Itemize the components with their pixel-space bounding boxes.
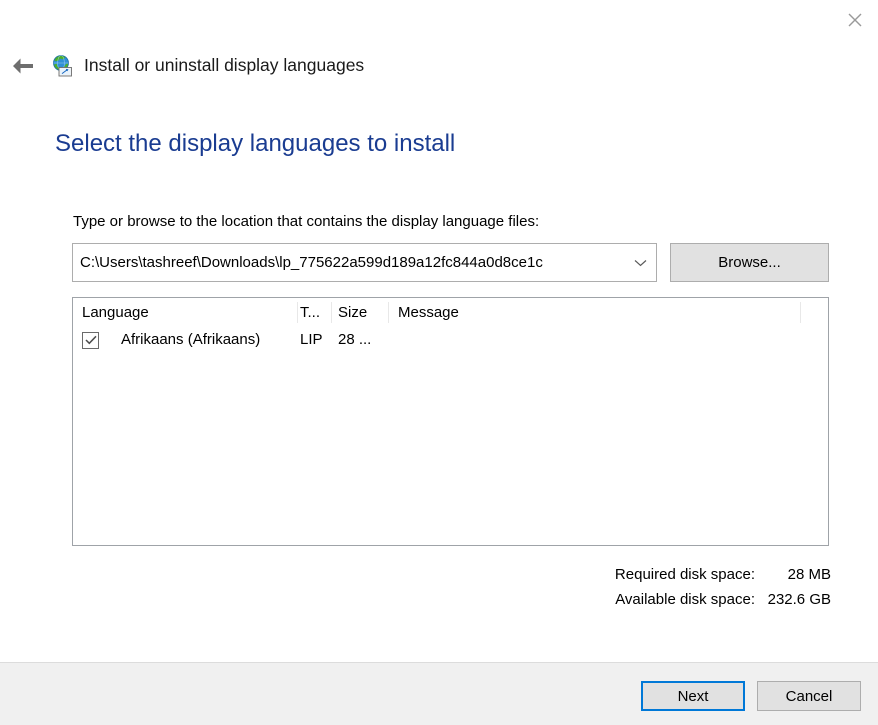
language-listview[interactable]: Language T... Size Message Afrikaans (Af…	[72, 297, 829, 546]
globe-display-languages-icon	[51, 54, 75, 78]
column-header-size[interactable]: Size	[332, 298, 389, 327]
cell-language: Afrikaans (Afrikaans)	[121, 327, 298, 353]
path-dropdown-button[interactable]	[624, 244, 656, 281]
required-disk-space-row: Required disk space: 28 MB	[615, 562, 831, 587]
browse-button[interactable]: Browse...	[670, 243, 829, 282]
install-display-languages-window: Install or uninstall display languages S…	[0, 0, 878, 725]
back-arrow-icon	[10, 56, 36, 76]
column-header-type[interactable]: T...	[298, 298, 332, 327]
available-disk-space-value: 232.6 GB	[755, 587, 831, 612]
close-button[interactable]	[832, 0, 878, 40]
table-row[interactable]: Afrikaans (Afrikaans) LIP 28 ...	[73, 327, 828, 353]
path-combobox[interactable]	[72, 243, 657, 282]
header-title: Install or uninstall display languages	[84, 53, 364, 78]
header-bar: Install or uninstall display languages	[0, 46, 878, 92]
language-checkbox[interactable]	[82, 332, 99, 349]
column-header-language[interactable]: Language	[73, 298, 298, 327]
next-button[interactable]: Next	[641, 681, 745, 711]
check-icon	[85, 335, 97, 345]
available-disk-space-label: Available disk space:	[615, 587, 755, 612]
required-disk-space-label: Required disk space:	[615, 562, 755, 587]
path-instruction-label: Type or browse to the location that cont…	[73, 211, 539, 232]
dialog-footer: Next Cancel	[0, 662, 878, 725]
cell-type: LIP	[298, 327, 332, 353]
listview-rows: Afrikaans (Afrikaans) LIP 28 ...	[73, 327, 828, 353]
row-checkbox-cell[interactable]	[73, 332, 121, 349]
cancel-button[interactable]: Cancel	[757, 681, 861, 711]
close-icon	[848, 13, 862, 27]
column-header-message[interactable]: Message	[389, 298, 801, 327]
listview-header-row: Language T... Size Message	[73, 298, 828, 327]
required-disk-space-value: 28 MB	[755, 562, 831, 587]
path-input[interactable]	[73, 244, 625, 281]
page-title: Select the display languages to install	[55, 127, 455, 161]
disk-space-info: Required disk space: 28 MB Available dis…	[615, 562, 831, 612]
chevron-down-icon	[634, 259, 647, 267]
available-disk-space-row: Available disk space: 232.6 GB	[615, 587, 831, 612]
cell-size: 28 ...	[332, 327, 389, 353]
back-button[interactable]	[6, 49, 40, 83]
